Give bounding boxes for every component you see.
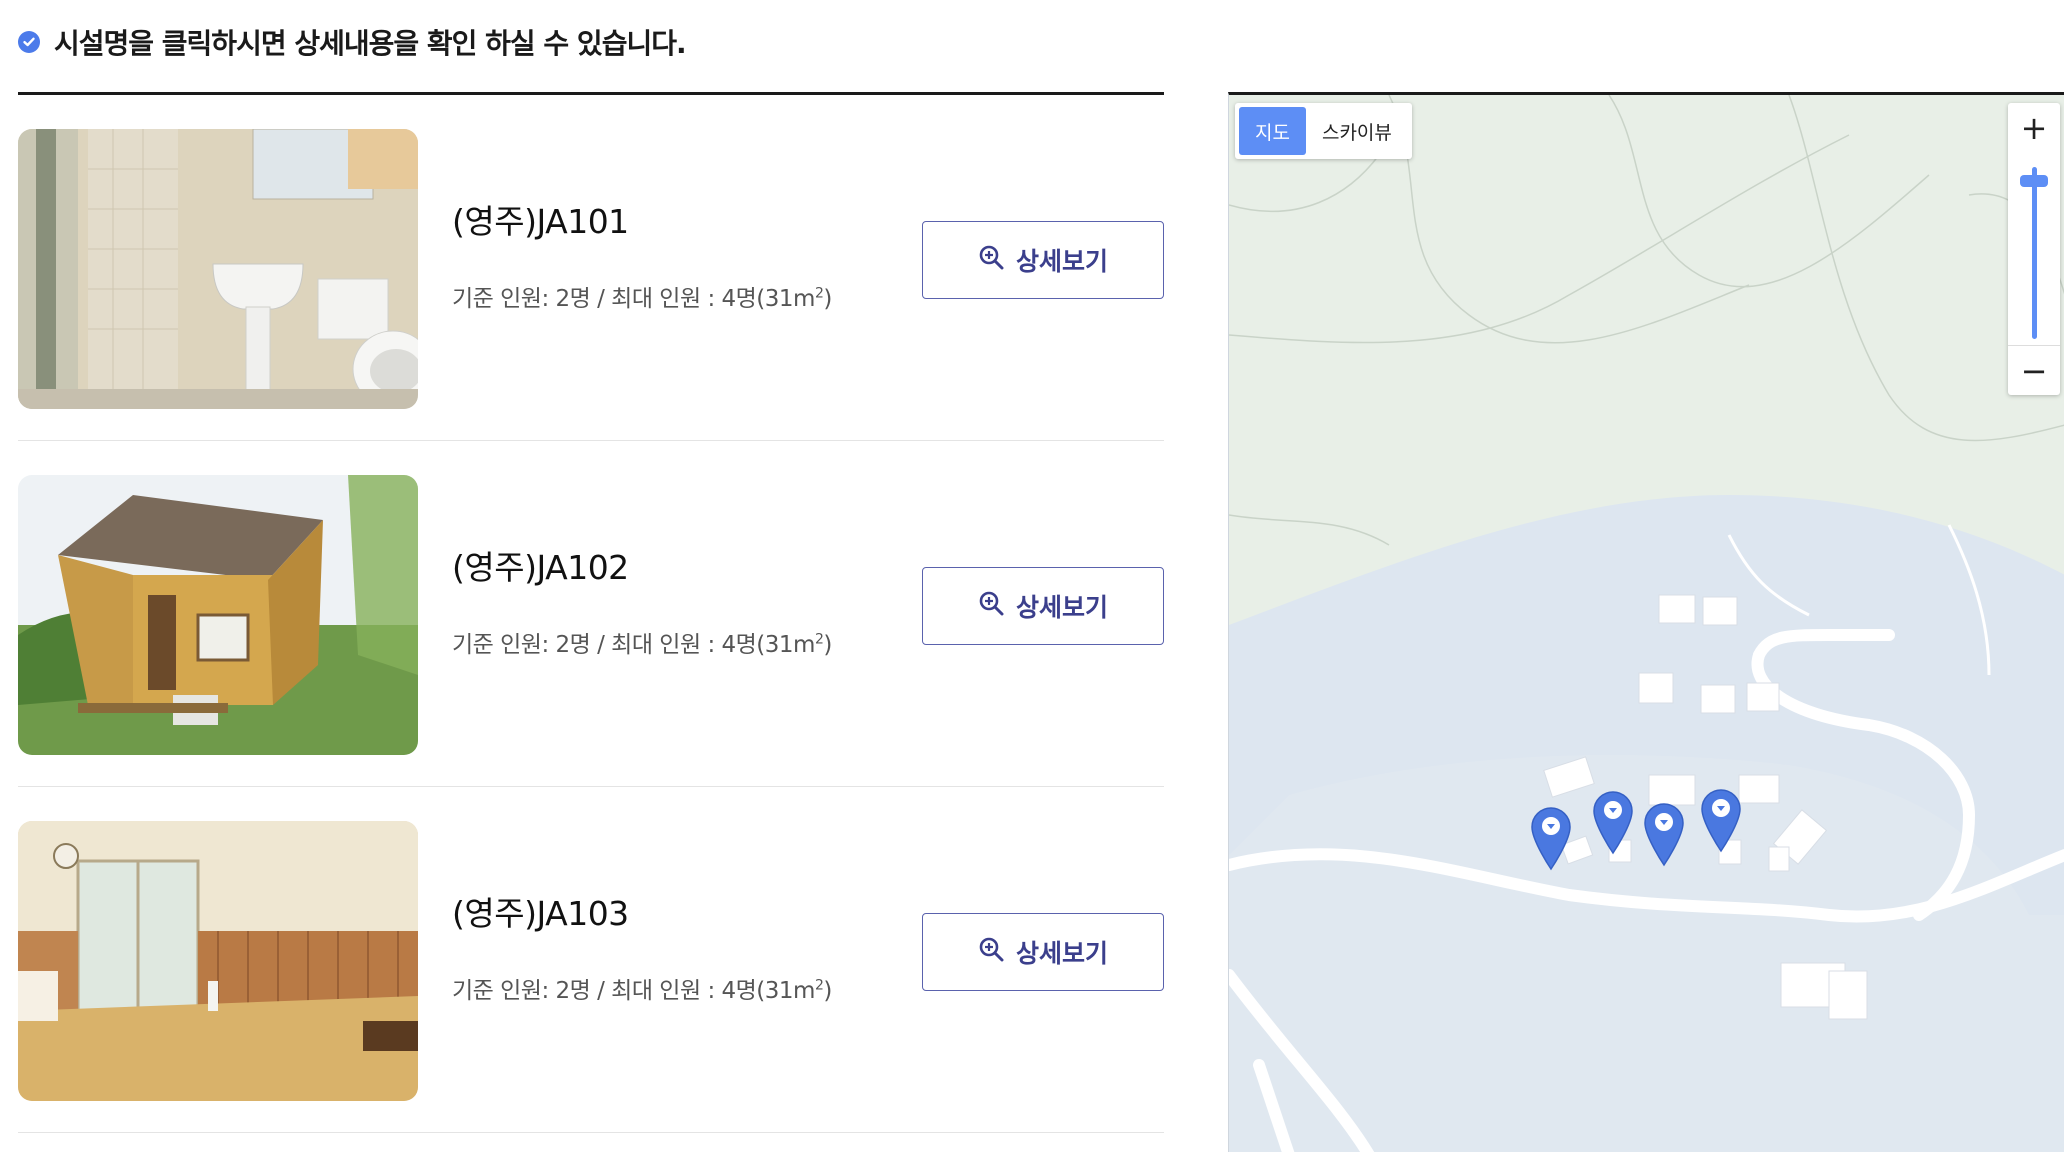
- detail-button[interactable]: 상세보기: [922, 221, 1164, 299]
- notice-text: 시설명을 클릭하시면 상세내용을 확인 하실 수 있습니다.: [54, 27, 687, 60]
- facility-photo-bathroom[interactable]: [18, 129, 418, 409]
- facility-info: (영주)JA102 기준 인원: 2명 / 최대 인원 : 4명(31m2): [452, 541, 832, 659]
- zoom-in-icon: [978, 590, 1004, 623]
- zoom-in-icon: [978, 936, 1004, 969]
- facility-info: (영주)JA101 기준 인원: 2명 / 최대 인원 : 4명(31m2): [452, 195, 832, 313]
- facility-capacity: 기준 인원: 2명 / 최대 인원 : 4명(31m2): [452, 977, 832, 1004]
- check-circle-icon: [18, 31, 40, 53]
- facility-capacity: 기준 인원: 2명 / 최대 인원 : 4명(31m2): [452, 285, 832, 312]
- facility-photo-room-interior[interactable]: [18, 821, 418, 1101]
- zoom-in-icon: [978, 244, 1004, 277]
- map-pin-icon[interactable]: [1642, 801, 1686, 867]
- facility-info: (영주)JA103 기준 인원: 2명 / 최대 인원 : 4명(31m2): [452, 887, 832, 1005]
- facility-name[interactable]: (영주)JA102: [452, 541, 832, 589]
- facility-item: (영주)JA102 기준 인원: 2명 / 최대 인원 : 4명(31m2) 상…: [18, 441, 1164, 787]
- detail-button-label: 상세보기: [1015, 940, 1108, 968]
- facility-list: (영주)JA101 기준 인원: 2명 / 최대 인원 : 4명(31m2) 상…: [18, 92, 1164, 1133]
- facility-item: (영주)JA101 기준 인원: 2명 / 최대 인원 : 4명(31m2) 상…: [18, 95, 1164, 441]
- facility-name[interactable]: (영주)JA101: [452, 195, 832, 243]
- map-pin-icon[interactable]: [1529, 805, 1573, 871]
- map-type-switcher: 지도 스카이뷰: [1235, 103, 1412, 159]
- zoom-out-button[interactable]: −: [2008, 345, 2060, 395]
- facility-capacity: 기준 인원: 2명 / 최대 인원 : 4명(31m2): [452, 631, 832, 658]
- map-canvas[interactable]: [1229, 95, 2064, 1152]
- detail-button-label: 상세보기: [1015, 248, 1108, 276]
- facility-photo-cabin-exterior[interactable]: [18, 475, 418, 755]
- map-pin-icon[interactable]: [1591, 789, 1635, 855]
- zoom-control: + −: [2008, 103, 2060, 395]
- map-view[interactable]: 지도 스카이뷰 + −: [1228, 92, 2064, 1152]
- zoom-in-button[interactable]: +: [2008, 103, 2060, 153]
- detail-button[interactable]: 상세보기: [922, 913, 1164, 991]
- map-pin-icon[interactable]: [1699, 787, 1743, 853]
- map-type-tab-map[interactable]: 지도: [1239, 107, 1306, 155]
- detail-button[interactable]: 상세보기: [922, 567, 1164, 645]
- zoom-slider-track[interactable]: [2032, 167, 2037, 339]
- detail-button-label: 상세보기: [1015, 594, 1108, 622]
- facility-name[interactable]: (영주)JA103: [452, 887, 832, 935]
- facility-item: (영주)JA103 기준 인원: 2명 / 최대 인원 : 4명(31m2) 상…: [18, 787, 1164, 1133]
- zoom-slider-handle[interactable]: [2020, 175, 2048, 187]
- notice: 시설명을 클릭하시면 상세내용을 확인 하실 수 있습니다.: [18, 22, 687, 62]
- map-type-tab-skyview[interactable]: 스카이뷰: [1306, 107, 1408, 155]
